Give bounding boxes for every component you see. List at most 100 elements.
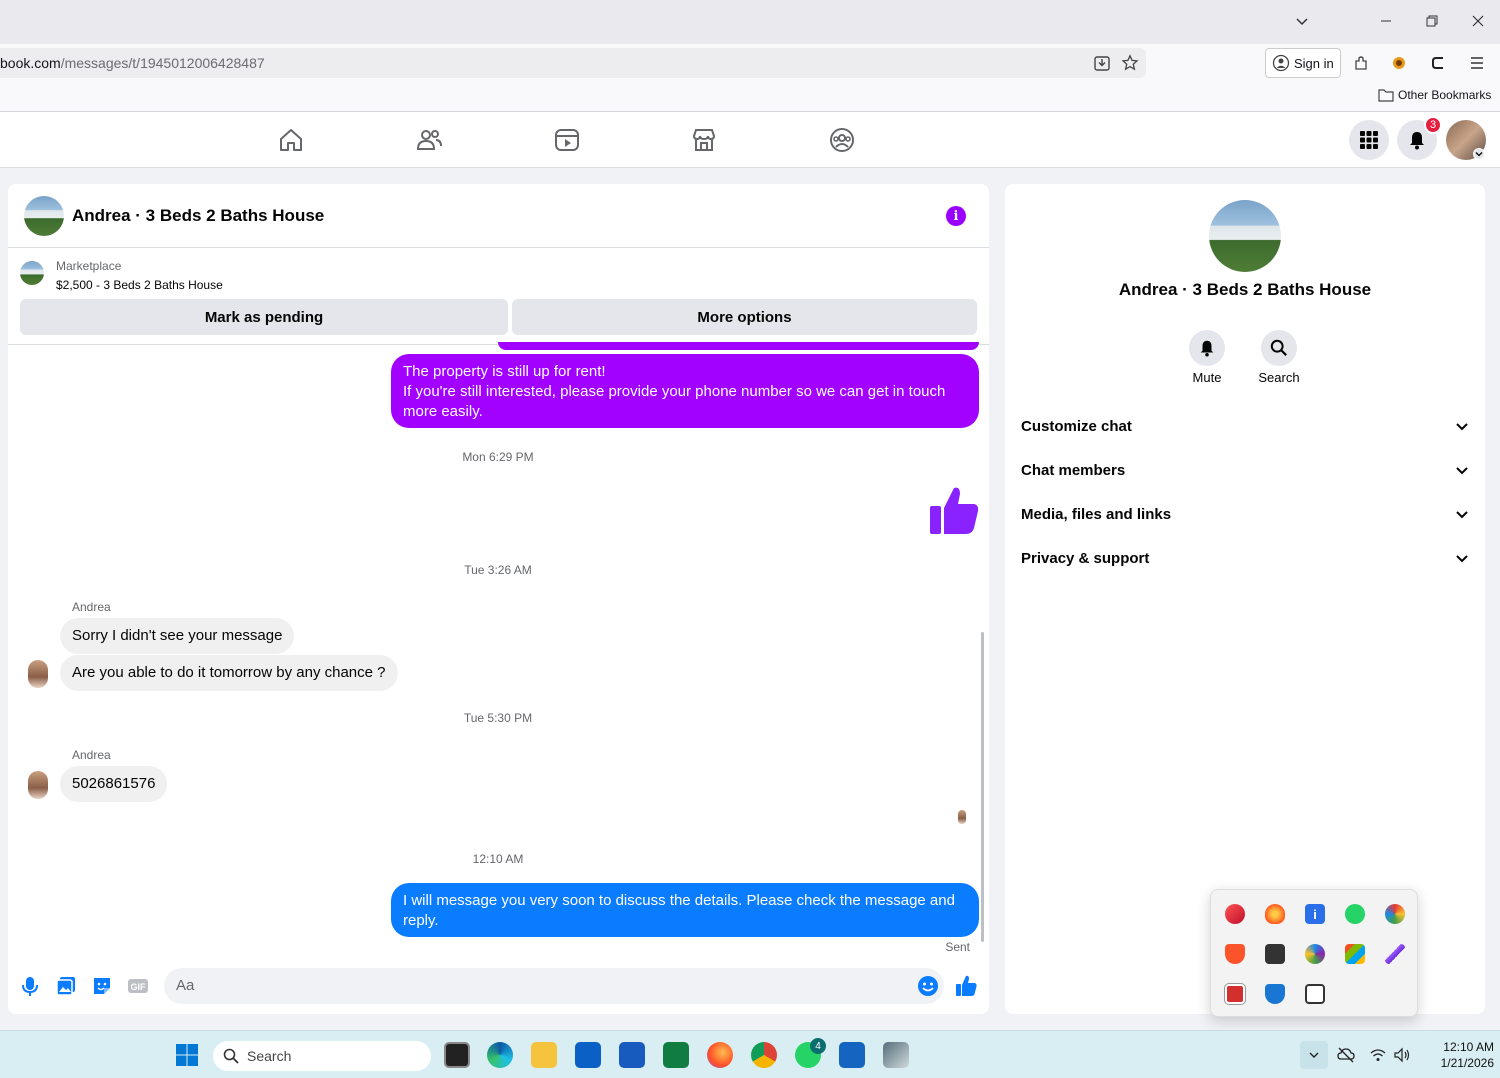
extensions-icon[interactable] (1350, 52, 1372, 74)
download-page-icon[interactable] (1091, 52, 1113, 74)
taskbar-search[interactable]: Search (213, 1041, 431, 1071)
grid-icon (1360, 131, 1378, 149)
friends-icon[interactable] (415, 126, 443, 154)
video-icon[interactable] (553, 126, 581, 154)
conversation-name[interactable]: Andrea · 3 Beds 2 Baths House (1005, 280, 1485, 300)
chevron-down-icon[interactable] (1473, 148, 1485, 160)
chat-scrollbar[interactable] (981, 632, 984, 942)
chat-title[interactable]: Andrea · 3 Beds 2 Baths House (72, 206, 324, 226)
sticker-icon[interactable] (90, 974, 114, 998)
gif-icon[interactable]: GIF (126, 974, 150, 998)
sign-in-button[interactable]: Sign in (1265, 48, 1341, 78)
expressvpn-tray-icon[interactable] (1225, 904, 1245, 924)
firefox-icon[interactable] (707, 1042, 733, 1068)
sender-avatar[interactable] (28, 771, 48, 799)
like-thumbs-up-icon[interactable] (954, 974, 978, 998)
chat-avatar[interactable] (24, 196, 64, 236)
emoji-icon[interactable] (916, 974, 940, 998)
windows-update-tray-icon[interactable] (1345, 944, 1365, 964)
pen-tray-icon[interactable] (1385, 944, 1405, 964)
clock-date: 1/21/2026 (1440, 1056, 1494, 1070)
url-path: /messages/t/1945012006428487 (60, 55, 265, 71)
usb-tray-icon[interactable] (1265, 944, 1285, 964)
onedrive-offline-icon[interactable] (1337, 1046, 1355, 1069)
marketplace-label: Marketplace (56, 259, 122, 273)
timestamp: Tue 3:26 AM (464, 563, 532, 577)
brave-tray-icon[interactable] (1225, 944, 1245, 964)
home-icon[interactable] (277, 126, 305, 154)
sender-avatar[interactable] (28, 660, 48, 688)
message-bubble-received[interactable]: Are you able to do it tomorrow by any ch… (60, 655, 398, 691)
message-bubble-received[interactable]: 5026861576 (60, 766, 168, 802)
photo-icon[interactable] (54, 974, 78, 998)
more-options-button[interactable]: More options (512, 299, 977, 335)
mark-as-pending-button[interactable]: Mark as pending (20, 299, 508, 335)
timestamp: Mon 6:29 PM (462, 450, 534, 464)
info-tray-icon[interactable]: i (1305, 904, 1325, 924)
chevron-down-icon (1456, 467, 1468, 475)
message-bubble-sent[interactable]: The property is still up for rent! If yo… (391, 354, 979, 428)
copilot-tray-icon[interactable] (1305, 944, 1325, 964)
section-label: Media, files and links (1021, 505, 1172, 523)
message-bubble-received[interactable]: Sorry I didn't see your message (60, 618, 295, 654)
media-files-links-row[interactable]: Media, files and links (1021, 494, 1469, 534)
privacy-support-row[interactable]: Privacy & support (1021, 538, 1469, 578)
close-window-button[interactable] (1466, 10, 1490, 32)
notepad-icon[interactable] (839, 1042, 865, 1068)
thumbs-up-sticker-icon[interactable] (928, 484, 980, 536)
taskbar-clock[interactable]: 12:10 AM 1/21/2026 (1424, 1039, 1494, 1071)
message-bubble-sent[interactable]: I will message you very soon to discuss … (391, 883, 979, 937)
microsoft-store-icon[interactable] (575, 1042, 601, 1068)
flame-tray-icon[interactable] (1265, 904, 1285, 924)
message-input[interactable]: Aa (164, 968, 944, 1004)
menu-hamburger-icon[interactable] (1466, 52, 1488, 74)
search-conversation-button[interactable] (1261, 330, 1297, 366)
message-text: I will message you very soon to discuss … (403, 892, 955, 929)
defender-tray-icon[interactable] (1265, 984, 1285, 1004)
url-bar[interactable]: book.com/messages/t/1945012006428487 (0, 48, 1146, 78)
word-icon[interactable] (619, 1042, 645, 1068)
file-explorer-icon[interactable] (531, 1042, 557, 1068)
chrome-icon[interactable] (751, 1042, 777, 1068)
info-icon[interactable]: i (946, 206, 966, 226)
app-icon[interactable] (883, 1042, 909, 1068)
conversation-avatar[interactable] (1209, 200, 1281, 272)
other-bookmarks[interactable]: Other Bookmarks (1378, 88, 1491, 102)
microphone-icon[interactable] (18, 974, 42, 998)
windows-start-icon[interactable] (175, 1043, 199, 1067)
listing-title[interactable]: $2,500 - 3 Beds 2 Baths House (56, 278, 223, 292)
timestamp: 12:10 AM (472, 852, 524, 866)
usb-eject-tray-icon[interactable] (1305, 984, 1325, 1004)
groups-icon[interactable] (828, 126, 856, 154)
menu-grid-button[interactable] (1349, 120, 1389, 160)
edge-icon[interactable] (487, 1042, 513, 1068)
message-text: If you're still interested, please provi… (403, 383, 946, 420)
customize-chat-row[interactable]: Customize chat (1021, 406, 1469, 446)
svg-text:GIF: GIF (131, 982, 147, 992)
tray-overflow-chevron-icon[interactable] (1300, 1041, 1328, 1069)
task-view-icon[interactable] (444, 1042, 470, 1068)
extension-bug-icon[interactable] (1388, 52, 1410, 74)
whatsapp-tray-icon[interactable] (1345, 904, 1365, 924)
extension-c-icon[interactable] (1428, 52, 1450, 74)
mute-button[interactable] (1189, 330, 1225, 366)
bookmarks-bar (0, 84, 1500, 112)
sign-in-label: Sign in (1294, 55, 1334, 71)
section-label: Chat members (1021, 461, 1126, 479)
listing-thumbnail[interactable] (20, 261, 44, 285)
chat-members-row[interactable]: Chat members (1021, 450, 1469, 490)
minimize-button[interactable] (1374, 10, 1398, 32)
other-bookmarks-label: Other Bookmarks (1398, 88, 1492, 102)
message-bubble-partial (498, 342, 979, 350)
volume-icon[interactable] (1393, 1046, 1411, 1069)
bookmark-star-icon[interactable] (1119, 52, 1141, 74)
excel-icon[interactable] (663, 1042, 689, 1068)
tab-list-chevron-icon[interactable] (1290, 10, 1314, 32)
timestamp: Tue 5:30 PM (463, 711, 533, 725)
image-tray-icon[interactable] (1224, 983, 1246, 1005)
wifi-icon[interactable] (1369, 1046, 1387, 1069)
restore-button[interactable] (1420, 10, 1444, 32)
bell-icon (1410, 132, 1424, 150)
color-wheel-tray-icon[interactable] (1385, 904, 1405, 924)
marketplace-icon[interactable] (690, 126, 718, 154)
